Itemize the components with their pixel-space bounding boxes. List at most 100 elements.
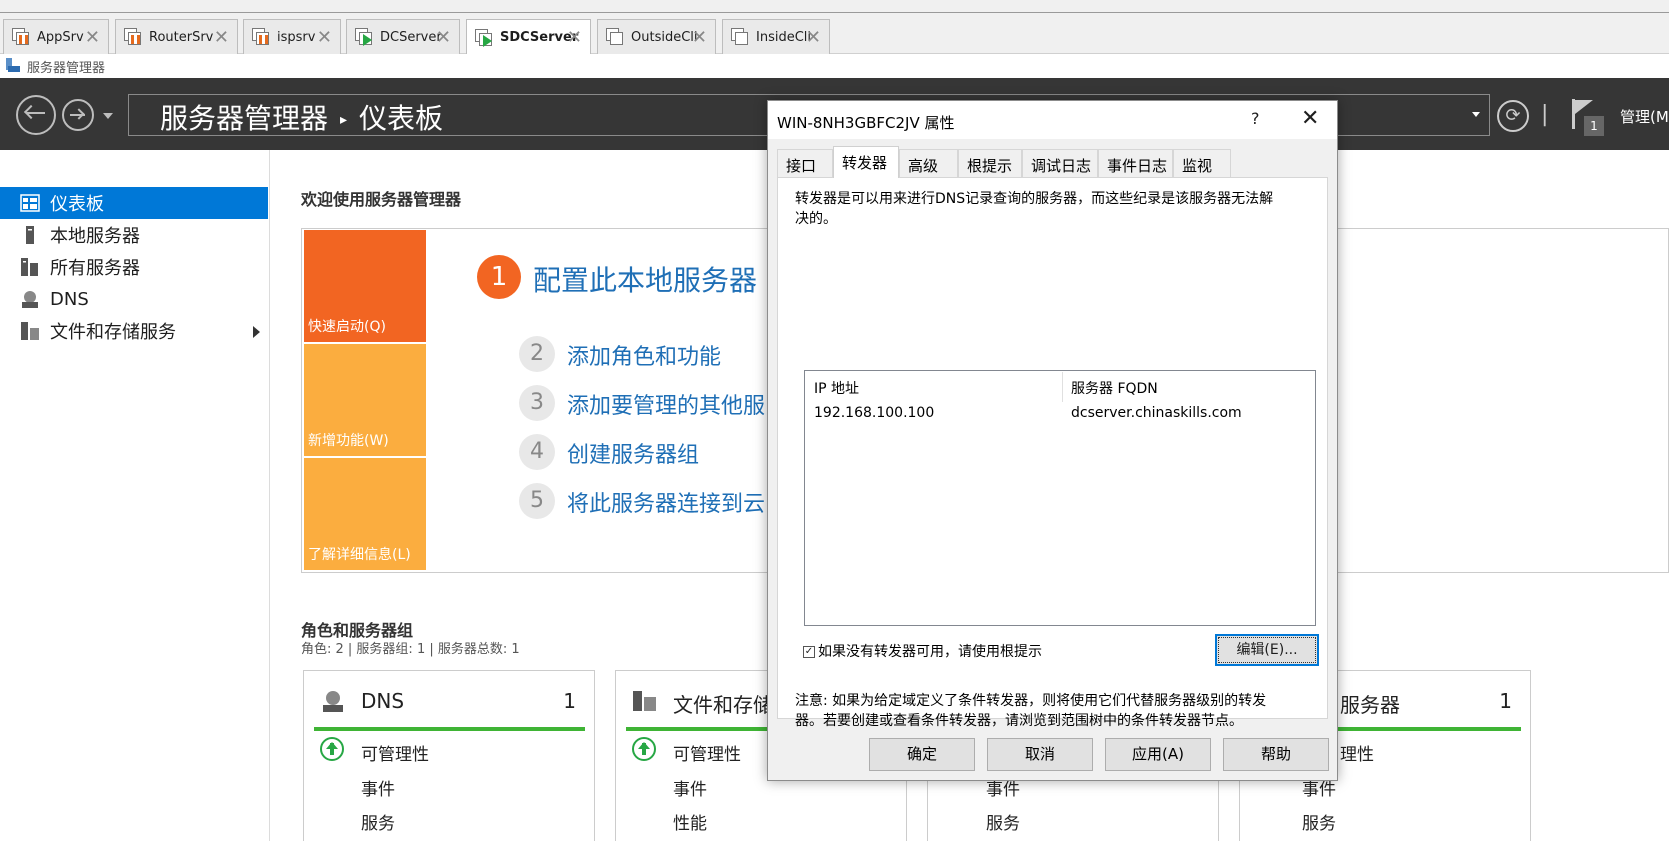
sidebar-item-label: DNS xyxy=(50,288,89,310)
refresh-icon[interactable]: ⟳ xyxy=(1497,100,1529,132)
status-bar xyxy=(1332,727,1521,731)
status-up-icon xyxy=(320,737,344,761)
notifications-flag-icon[interactable]: 1 xyxy=(1572,99,1604,136)
forwarders-description-line1: 转发器是可以用来进行DNS记录查询的服务器，而这些纪录是该服务器无法解 xyxy=(795,191,1274,207)
breadcrumb-root[interactable]: 服务器管理器 xyxy=(160,102,328,135)
server-manager-icon xyxy=(6,58,20,72)
sidebar-item-file-storage[interactable]: 文件和存储服务 xyxy=(0,315,268,347)
services-link[interactable]: 服务 xyxy=(986,809,1020,834)
vm-tab-label: ispsrv xyxy=(277,29,316,45)
close-icon[interactable]: ✕ xyxy=(85,27,100,48)
step-number: 5 xyxy=(519,483,555,519)
sidebar-item-all-servers[interactable]: 所有服务器 xyxy=(0,251,268,283)
role-count: 1 xyxy=(1499,689,1512,713)
edit-button[interactable]: 编辑(E)... xyxy=(1215,634,1319,666)
tab-root-hints[interactable]: 根提示 xyxy=(958,149,1022,177)
tile-label: 新增功能(W) xyxy=(308,433,389,449)
tile-label: 了解详细信息(L) xyxy=(308,547,411,563)
forwarders-panel: 转发器是可以用来进行DNS记录查询的服务器，而这些纪录是该服务器无法解 决的。 … xyxy=(777,177,1328,729)
vm-tab-dcserver[interactable]: DCServer ✕ xyxy=(346,19,460,54)
help-icon[interactable]: ? xyxy=(1251,109,1260,128)
add-other-servers-link[interactable]: 添加要管理的其他服 xyxy=(567,388,765,420)
add-roles-link[interactable]: 添加角色和功能 xyxy=(567,339,721,371)
manageability-link[interactable]: 理性 xyxy=(1340,740,1374,765)
dialog-titlebar: WIN-8NH3GBFC2JV 属性 ? ✕ xyxy=(768,101,1337,139)
role-card-dns[interactable]: DNS 1 可管理性 事件 服务 xyxy=(303,670,595,841)
ok-button[interactable]: 确定 xyxy=(869,738,975,771)
sidebar-item-dashboard[interactable]: 仪表板 xyxy=(0,187,268,219)
back-button[interactable] xyxy=(16,95,56,135)
manageability-link[interactable]: 可管理性 xyxy=(673,740,741,765)
dashboard-icon xyxy=(20,194,40,212)
services-link[interactable]: 服务 xyxy=(361,809,395,834)
vm-tab-label: DCServer xyxy=(380,29,442,45)
vm-tab-insidecli[interactable]: InsideCli ✕ xyxy=(722,19,830,54)
close-icon[interactable]: ✕ xyxy=(692,27,707,48)
vm-tab-appsrv[interactable]: AppSrv ✕ xyxy=(3,19,109,54)
connect-to-cloud-link[interactable]: 将此服务器连接到云 xyxy=(567,486,765,518)
quick-start-tile[interactable]: 快速启动(Q) xyxy=(304,230,426,342)
vm-off-icon xyxy=(12,28,30,46)
vm-tab-label: InsideCli xyxy=(756,29,812,45)
tab-advanced[interactable]: 高级 xyxy=(899,149,958,177)
step-number: 3 xyxy=(519,385,555,421)
close-icon[interactable]: ✕ xyxy=(567,27,582,48)
forwarder-fqdn: dcserver.chinaskills.com xyxy=(1071,405,1242,421)
column-header-fqdn[interactable]: 服务器 FQDN xyxy=(1071,378,1158,398)
history-dropdown-icon[interactable] xyxy=(103,113,113,119)
column-header-ip[interactable]: IP 地址 xyxy=(814,378,859,398)
role-count: 1 xyxy=(563,689,576,713)
help-button[interactable]: 帮助 xyxy=(1223,738,1329,771)
role-name: 文件和存储 xyxy=(673,693,773,717)
step-number: 1 xyxy=(477,255,521,299)
create-server-group-link[interactable]: 创建服务器组 xyxy=(567,437,699,469)
tab-monitoring[interactable]: 监视 xyxy=(1173,149,1231,177)
services-link[interactable]: 服务 xyxy=(1302,809,1336,834)
close-icon[interactable]: ✕ xyxy=(214,27,229,48)
breadcrumb-dropdown-icon[interactable] xyxy=(1472,112,1480,117)
vm-tab-routersrv[interactable]: RouterSrv ✕ xyxy=(115,19,238,54)
status-bar xyxy=(314,727,585,731)
vm-tab-label: OutsideCli xyxy=(631,29,698,45)
configure-local-server-link[interactable]: 配置此本地服务器 xyxy=(533,259,757,299)
vm-off-icon xyxy=(606,28,624,46)
vm-tab-sdcserver[interactable]: SDCServer ✕ xyxy=(466,19,591,55)
app-titlebar: 服务器管理器 xyxy=(0,54,1669,78)
manageability-link[interactable]: 可管理性 xyxy=(361,740,429,765)
vm-running-icon xyxy=(475,28,493,47)
learn-more-tile[interactable]: 了解详细信息(L) xyxy=(304,458,426,570)
app-title: 服务器管理器 xyxy=(27,61,106,76)
manage-menu[interactable]: 管理(M xyxy=(1620,106,1669,127)
forwarders-list[interactable]: IP 地址 服务器 FQDN 192.168.100.100 dcserver.… xyxy=(804,370,1316,626)
vm-running-icon xyxy=(355,28,373,46)
role-name: 服务器 xyxy=(1340,693,1400,717)
events-link[interactable]: 事件 xyxy=(361,775,395,800)
use-root-hints-checkbox[interactable]: ✓ xyxy=(803,646,815,658)
sidebar-item-dns[interactable]: DNS xyxy=(0,283,268,315)
breadcrumb-current: 仪表板 xyxy=(359,102,444,135)
tab-event-logging[interactable]: 事件日志 xyxy=(1098,149,1173,177)
sidebar: 仪表板 本地服务器 所有服务器 DNS 文件和存储服务 xyxy=(0,150,270,841)
status-up-icon xyxy=(632,737,656,761)
file-storage-icon xyxy=(633,691,656,711)
vm-tab-outsidecli[interactable]: OutsideCli ✕ xyxy=(597,19,716,54)
performance-link[interactable]: 性能 xyxy=(673,809,707,834)
close-icon[interactable]: ✕ xyxy=(1301,106,1319,131)
tab-forwarders[interactable]: 转发器 xyxy=(833,146,899,178)
close-icon[interactable]: ✕ xyxy=(436,27,451,48)
close-icon[interactable]: ✕ xyxy=(317,27,332,48)
cancel-button[interactable]: 取消 xyxy=(987,738,1093,771)
vm-off-icon xyxy=(731,28,749,46)
forward-button[interactable] xyxy=(62,99,94,131)
close-icon[interactable]: ✕ xyxy=(806,27,821,48)
apply-button[interactable]: 应用(A) xyxy=(1105,738,1211,771)
tab-interfaces[interactable]: 接口 xyxy=(777,149,833,177)
use-root-hints-label: 如果没有转发器可用，请使用根提示 xyxy=(818,644,1042,660)
events-link[interactable]: 事件 xyxy=(673,775,707,800)
vm-tab-ispsrv[interactable]: ispsrv ✕ xyxy=(243,19,341,54)
local-server-icon xyxy=(26,226,34,244)
whats-new-tile[interactable]: 新增功能(W) xyxy=(304,344,426,456)
sidebar-item-local-server[interactable]: 本地服务器 xyxy=(0,219,268,251)
tab-debug-logging[interactable]: 调试日志 xyxy=(1022,149,1098,177)
chevron-right-icon[interactable] xyxy=(253,326,260,338)
